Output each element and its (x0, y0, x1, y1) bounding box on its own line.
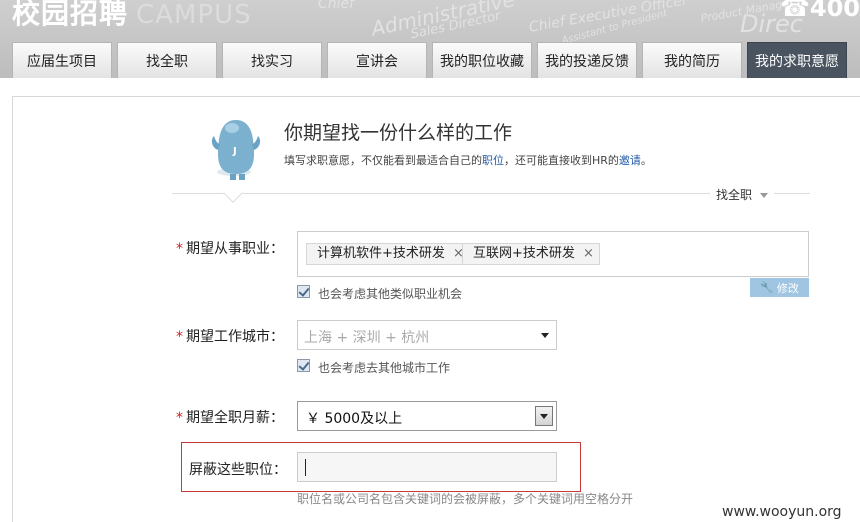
career-tag-label: 计算机软件+技术研发 (317, 246, 445, 261)
hotline: ☎400 (780, 0, 860, 22)
career-tags-field[interactable]: 计算机软件+技术研发 × 互联网+技术研发 × (297, 231, 809, 277)
tab-my-resume[interactable]: 我的简历 (642, 42, 742, 78)
chevron-down-icon (760, 193, 769, 198)
job-type-dropdown[interactable]: 找全职 (710, 186, 775, 203)
invitations-link[interactable]: 邀请 (619, 154, 641, 167)
main-nav: 应届生项目 找全职 找实习 宣讲会 我的职位收藏 我的投递反馈 我的简历 我的求… (12, 42, 852, 78)
tab-application-feedback[interactable]: 我的投递反馈 (537, 42, 637, 78)
salary-label: * 期望全职月薪： (176, 407, 284, 427)
career-tag: 互联网+技术研发 × (462, 243, 600, 265)
remove-tag-icon[interactable]: × (583, 244, 594, 264)
required-mark: * (176, 410, 183, 426)
other-cities-checkbox[interactable] (297, 359, 310, 372)
tab-info-session[interactable]: 宣讲会 (327, 42, 427, 78)
similar-career-label: 也会考虑其他类似职业机会 (318, 287, 463, 301)
required-mark: * (176, 329, 183, 345)
subtitle-text: 。 (640, 154, 652, 167)
svg-text:J: J (232, 146, 237, 157)
edit-career-button[interactable]: 🔧 修改 (750, 278, 809, 297)
career-tag-label: 互联网+技术研发 (473, 246, 575, 261)
page-title: 你期望找一份什么样的工作 (284, 122, 513, 144)
page-root: Administrative Sales Director Chief Exec… (0, 0, 860, 522)
career-tag: 计算机软件+技术研发 × (306, 243, 470, 265)
shield-label: 屏蔽这些职位： (189, 462, 287, 478)
other-cities-label: 也会考虑去其他城市工作 (318, 361, 451, 375)
salary-select-value: ￥ 5000及以上 (306, 411, 403, 427)
required-mark: * (176, 241, 183, 257)
city-label: * 期望工作城市： (176, 326, 284, 346)
shield-hint: 职位名或公司名包含关键词的会被屏蔽，多个关键词用空格分开 (297, 492, 634, 506)
subtitle-text: 填写求职意愿，不仅能看到最适合自己的 (284, 154, 482, 167)
dropdown-arrow-icon[interactable] (535, 406, 553, 426)
wrench-icon: 🔧 (760, 281, 774, 294)
site-header: Administrative Sales Director Chief Exec… (0, 0, 860, 78)
watermark: www.wooyun.org (722, 504, 842, 520)
edit-label: 修改 (776, 281, 799, 295)
career-label: * 期望从事职业： (176, 238, 284, 258)
site-logo[interactable]: 校园招聘 CAMPUS (12, 0, 252, 32)
subtitle-text: ，还可能直接收到HR的 (504, 154, 619, 167)
tab-job-preferences[interactable]: 我的求职意愿 (747, 42, 847, 78)
chevron-down-icon (541, 333, 549, 338)
header-bg-word: Chief (318, 0, 355, 12)
career-label-text: 期望从事职业： (186, 241, 284, 257)
job-type-label: 找全职 (716, 188, 753, 202)
city-label-text: 期望工作城市： (186, 329, 284, 345)
brand-en: CAMPUS (136, 0, 252, 30)
shield-keywords-input[interactable] (297, 452, 557, 482)
city-select[interactable]: 上海 + 深圳 + 杭州 (297, 320, 557, 350)
salary-label-text: 期望全职月薪： (186, 410, 284, 426)
mascot-icon: J (211, 120, 261, 180)
tab-full-time[interactable]: 找全职 (117, 42, 217, 78)
phone-icon: ☎ (779, 0, 810, 22)
tab-saved-jobs[interactable]: 我的职位收藏 (432, 42, 532, 78)
jobs-link[interactable]: 职位 (482, 154, 504, 167)
salary-select[interactable]: ￥ 5000及以上 (297, 401, 557, 431)
brand-cn: 校园招聘 (12, 0, 129, 30)
tab-graduate-program[interactable]: 应届生项目 (12, 42, 112, 78)
city-select-value: 上海 + 深圳 + 杭州 (304, 330, 430, 346)
page-subtitle: 填写求职意愿，不仅能看到最适合自己的职位，还可能直接收到HR的邀请。 (284, 152, 652, 168)
text-cursor (305, 459, 306, 476)
hotline-number: 400 (809, 0, 860, 22)
tab-internship[interactable]: 找实习 (222, 42, 322, 78)
similar-career-checkbox[interactable] (297, 285, 310, 298)
